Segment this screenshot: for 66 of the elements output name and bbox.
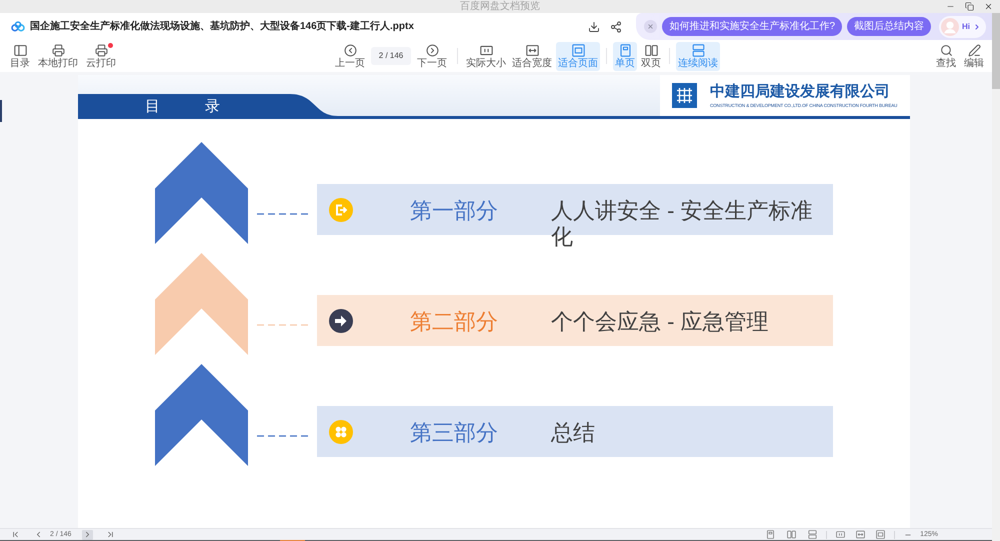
stacked-pages-icon [692, 44, 704, 56]
fit-width-icon [526, 44, 538, 56]
previous-page-button[interactable]: 上一页 [333, 42, 367, 70]
suggestion-chip[interactable]: 如何推进和实施安全生产标准化工作? [662, 17, 842, 36]
printer-icon [52, 44, 64, 56]
four-circles-icon [329, 420, 353, 444]
sidebar-panel-icon [14, 44, 26, 56]
cloud-print-button[interactable]: 云打印 [84, 42, 118, 70]
pencil-icon [968, 44, 980, 56]
fit-width-icon[interactable] [856, 530, 866, 539]
section-label: 第三部分 [410, 420, 498, 445]
find-button[interactable]: 查找 [934, 42, 958, 70]
scroll-marker [280, 540, 305, 541]
section-title: 人人讲安全 - 安全生产标准化 [551, 198, 814, 250]
double-page-button[interactable]: 双页 [639, 42, 663, 70]
section-label: 第一部分 [410, 198, 498, 223]
dashed-connector [257, 324, 310, 326]
chevron-last-icon [106, 530, 116, 539]
window-title: 百度网盘文档预览 [460, 0, 540, 13]
chevron-right-circle-icon [426, 44, 438, 56]
close-icon[interactable] [984, 2, 993, 11]
chevron-right-icon [973, 22, 981, 30]
chevron-left-circle-icon [344, 44, 356, 56]
actual-size-button[interactable]: 实际大小 [464, 42, 508, 70]
scrollbar[interactable] [992, 13, 1000, 541]
dashed-connector [257, 213, 310, 215]
sidebar-handle[interactable] [0, 100, 2, 122]
one-to-one-frame-icon[interactable] [836, 530, 846, 539]
dashed-connector [257, 435, 310, 437]
edit-button[interactable]: 编辑 [962, 42, 986, 70]
scrollbar-thumb[interactable] [992, 13, 1000, 89]
stacked-pages-icon[interactable] [808, 530, 818, 539]
section-title: 个个会应急 - 应急管理 [551, 309, 769, 335]
close-button[interactable] [644, 20, 658, 33]
assistant-button[interactable]: Hi [939, 16, 986, 38]
double-page-icon [644, 44, 658, 56]
chevron-first-icon [11, 530, 20, 539]
next-page-button[interactable]: 下一页 [415, 42, 449, 70]
printer-icon [94, 44, 108, 56]
app-logo-icon [11, 21, 25, 32]
company-name: 中建四局建设发展有限公司 [710, 82, 891, 100]
company-logo-icon [672, 83, 697, 108]
page-number-field[interactable]: 2 / 146 [371, 47, 411, 65]
single-page-icon [618, 44, 632, 56]
contents-button[interactable]: 目录 [8, 42, 32, 70]
fit-page-icon[interactable] [876, 530, 886, 539]
file-name: 国企施工安全生产标准化做法现场设施、基坑防护、大型设备146页下载-建工行人.pptx [30, 20, 414, 32]
search-icon [940, 44, 952, 56]
local-print-button[interactable]: 本地打印 [36, 42, 80, 70]
fit-width-button[interactable]: 适合宽度 [510, 42, 554, 70]
close-icon [647, 23, 654, 30]
one-to-one-frame-icon [480, 44, 492, 56]
suggestion-chip[interactable]: 截图后总结内容 [847, 17, 931, 36]
share-icon[interactable] [610, 20, 622, 32]
arrow-right-icon [329, 309, 353, 333]
section-label: 第二部分 [410, 309, 498, 334]
slide-heading: 目 录 [145, 99, 220, 115]
avatar-icon [941, 18, 959, 36]
section-title: 总结 [551, 420, 595, 446]
restore-icon[interactable] [965, 2, 974, 11]
chevron-left-icon [34, 530, 43, 539]
download-icon[interactable] [588, 20, 600, 32]
single-page-icon[interactable] [766, 530, 776, 539]
fit-page-icon [572, 44, 584, 56]
double-page-icon[interactable] [787, 530, 796, 539]
next-page-button[interactable] [82, 530, 94, 540]
